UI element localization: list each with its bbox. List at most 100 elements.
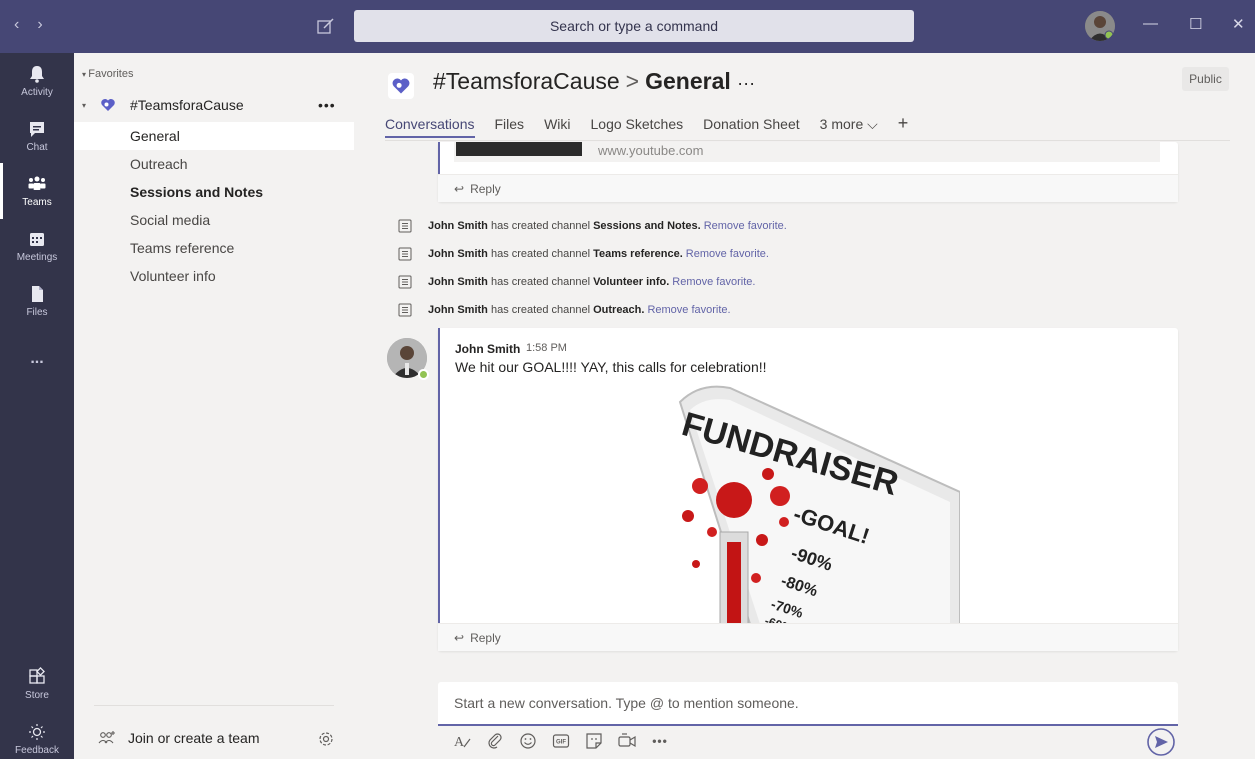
system-channel[interactable]: Outreach. (593, 304, 644, 316)
reply-button[interactable]: ↩ Reply (438, 174, 1178, 202)
team-row[interactable]: ▾ #TeamsforaCause ••• (74, 91, 354, 119)
favorites-header[interactable]: ▾ Favorites (82, 68, 134, 80)
more-options-icon[interactable]: ••• (650, 731, 670, 751)
rail-item-activity[interactable]: Activity (0, 53, 74, 109)
svg-text:A: A (454, 735, 465, 750)
remove-favorite-link[interactable]: Remove favorite. (686, 248, 769, 260)
maximize-button[interactable]: ☐ (1189, 15, 1202, 33)
system-message: John Smith has created channel Sessions … (398, 216, 787, 236)
channel-sidebar: ▾ Favorites ▾ #TeamsforaCause ••• Genera… (74, 53, 354, 759)
add-people-icon (98, 731, 115, 744)
channel-created-icon (398, 303, 412, 317)
nav-arrows: ‹ › (14, 16, 43, 34)
tabs-divider (385, 140, 1230, 141)
channel-created-icon (398, 219, 412, 233)
message-text: We hit our GOAL!!!! YAY, this calls for … (455, 359, 767, 375)
chevron-down-icon: ▾ (82, 100, 87, 110)
channel-more-button[interactable]: ··· (737, 73, 755, 93)
bell-icon (30, 66, 44, 83)
header-channel-name: General (645, 68, 731, 94)
header-team-name[interactable]: #TeamsforaCause (433, 68, 620, 94)
channel-tabs: Conversations Files Wiki Logo Sketches D… (385, 113, 928, 138)
link-preview[interactable]: www.youtube.com (454, 142, 1160, 162)
search-input[interactable]: Search or type a command (354, 10, 914, 42)
feedback-icon (29, 724, 45, 740)
meet-now-icon[interactable] (617, 731, 637, 751)
main-pane: #TeamsforaCause > General ··· Public Conve… (354, 53, 1255, 759)
format-icon[interactable]: A (452, 731, 472, 751)
rail-item-feedback[interactable]: Feedback (0, 711, 74, 759)
system-message: John Smith has created channel Volunteer… (398, 272, 755, 292)
compose-icon[interactable] (316, 16, 336, 36)
reply-icon: ↩ (454, 181, 465, 196)
message-card-previous: www.youtube.com ↩ Reply (438, 142, 1178, 202)
rail-item-chat[interactable]: Chat (0, 108, 74, 164)
channel-general[interactable]: General (74, 122, 354, 150)
channel-teams-reference[interactable]: Teams reference (74, 234, 354, 262)
teams-icon (28, 176, 46, 190)
team-more-button[interactable]: ••• (318, 97, 336, 113)
tab-wiki[interactable]: Wiki (544, 116, 570, 138)
rail-item-teams[interactable]: Teams (0, 163, 74, 219)
remove-favorite-link[interactable]: Remove favorite. (672, 276, 755, 288)
join-create-team-button[interactable]: Join or create a team (98, 730, 260, 746)
new-conversation-input[interactable]: Start a new conversation. Type @ to ment… (438, 682, 1178, 726)
back-button[interactable]: ‹ (14, 16, 19, 34)
rail-item-store[interactable]: Store (0, 656, 74, 712)
channel-header-title: #TeamsforaCause > General ··· (433, 68, 755, 95)
team-heart-icon (392, 78, 410, 94)
more-icon: ... (30, 350, 44, 367)
gear-icon[interactable] (317, 730, 335, 748)
sticker-icon[interactable] (584, 731, 604, 751)
channel-created-icon (398, 275, 412, 289)
system-user[interactable]: John Smith (428, 276, 488, 288)
remove-favorite-link[interactable]: Remove favorite. (704, 220, 787, 232)
tab-conversations[interactable]: Conversations (385, 116, 475, 138)
rail-item-files[interactable]: Files (0, 273, 74, 329)
minimize-button[interactable]: — (1143, 15, 1158, 32)
system-user[interactable]: John Smith (428, 304, 488, 316)
tab-more[interactable]: 3 more ⌵ (820, 116, 878, 138)
composer-toolbar: A GIF ••• (452, 731, 670, 751)
add-tab-button[interactable]: + (898, 113, 909, 138)
gif-icon[interactable]: GIF (551, 731, 571, 751)
message-author[interactable]: John Smith (455, 342, 520, 356)
calendar-icon (30, 233, 44, 246)
team-name: #TeamsforaCause (130, 97, 244, 113)
channel-volunteer-info[interactable]: Volunteer info (74, 262, 354, 290)
channel-sessions-and-notes[interactable]: Sessions and Notes (74, 178, 354, 206)
emoji-icon[interactable] (518, 731, 538, 751)
team-heart-icon (101, 99, 115, 111)
remove-favorite-link[interactable]: Remove favorite. (647, 304, 730, 316)
close-button[interactable]: ✕ (1232, 15, 1245, 33)
system-channel[interactable]: Teams reference. (593, 248, 683, 260)
tab-logo-sketches[interactable]: Logo Sketches (591, 116, 684, 138)
tab-files[interactable]: Files (495, 116, 525, 138)
message-card: John Smith 1:58 PM We hit our GOAL!!!! Y… (438, 328, 1178, 651)
attach-icon[interactable] (485, 731, 505, 751)
fundraiser-thermometer-image[interactable]: FUNDRAISER -GOAL! -90% -80% -70% -60% (660, 382, 960, 624)
reply-button[interactable]: ↩ Reply (438, 623, 1178, 651)
system-user[interactable]: John Smith (428, 248, 488, 260)
system-user[interactable]: John Smith (428, 220, 488, 232)
system-channel[interactable]: Volunteer info. (593, 276, 669, 288)
send-icon[interactable] (1146, 727, 1176, 757)
rail-item-meetings[interactable]: Meetings (0, 218, 74, 274)
svg-text:GIF: GIF (556, 740, 566, 746)
presence-indicator (418, 369, 429, 380)
forward-button[interactable]: › (37, 16, 42, 34)
chat-icon (30, 122, 44, 137)
link-preview-url: www.youtube.com (598, 143, 704, 158)
channel-social-media[interactable]: Social media (74, 206, 354, 234)
user-avatar[interactable] (1085, 11, 1115, 41)
channel-created-icon (398, 247, 412, 261)
file-icon (32, 286, 43, 302)
team-logo (388, 73, 414, 99)
store-icon (29, 667, 45, 684)
channel-outreach[interactable]: Outreach (74, 150, 354, 178)
tab-donation-sheet[interactable]: Donation Sheet (703, 116, 800, 138)
rail-item-more[interactable]: ... (0, 331, 74, 387)
video-thumbnail[interactable] (456, 142, 582, 156)
system-channel[interactable]: Sessions and Notes. (593, 220, 701, 232)
message-timestamp: 1:58 PM (526, 342, 567, 354)
